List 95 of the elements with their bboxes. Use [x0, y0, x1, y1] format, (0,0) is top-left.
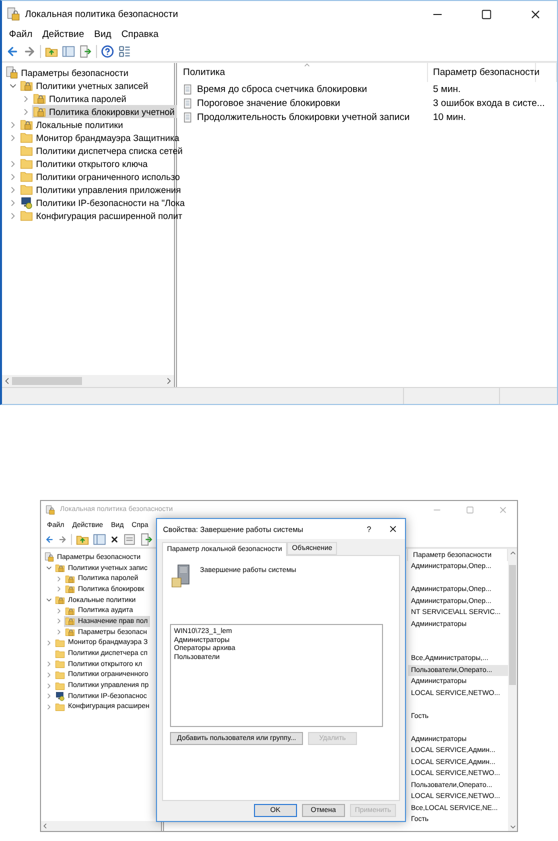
server-icon [170, 564, 192, 588]
folder-icon [55, 659, 65, 670]
menu-item[interactable]: Вид [89, 29, 116, 40]
folder-icon [55, 638, 65, 648]
tree-item[interactable]: Политики ограниченного использо [19, 170, 182, 183]
vertical-scrollbar[interactable] [508, 549, 517, 831]
policy-name[interactable]: Пороговое значение блокировки [197, 98, 340, 108]
tree-item[interactable]: Политика паролей [32, 92, 128, 105]
policy-name[interactable]: Продолжительность блокировки учетной записи [197, 112, 410, 122]
menu-item[interactable]: Справка [116, 29, 164, 40]
computer-network-icon [20, 196, 33, 209]
menu-item[interactable]: Действие [37, 29, 90, 40]
tree-item[interactable]: Конфигурация расширенной полит [19, 209, 184, 222]
locked-folder-icon [33, 105, 46, 118]
locked-folder-icon [55, 595, 65, 606]
computer-network-icon [55, 691, 65, 702]
tree-item[interactable]: Политика блокировки учетной [32, 105, 177, 118]
back-arrow-icon[interactable] [6, 45, 19, 58]
horizontal-scrollbar[interactable] [41, 821, 161, 831]
export-list-icon[interactable] [140, 533, 153, 546]
policy-icon [183, 112, 194, 122]
policy-name[interactable]: Время до сброса счетчика блокировки [197, 84, 368, 94]
folder-icon [20, 157, 33, 170]
tree-item[interactable]: Политики диспетчера списка сетей [19, 144, 185, 157]
close-icon[interactable] [388, 524, 398, 534]
locked-folder-icon [65, 584, 75, 594]
folder-icon [20, 144, 33, 157]
locked-folder-icon [20, 118, 33, 131]
forward-arrow-icon[interactable] [23, 45, 36, 58]
locked-folder-icon [20, 79, 33, 92]
delete-icon[interactable] [110, 535, 119, 544]
scroll-down-icon[interactable] [508, 823, 516, 831]
locked-folder-icon [65, 574, 75, 584]
sort-caret-icon [302, 61, 310, 69]
tree-item[interactable]: Монитор брандмауэра Защитника [19, 131, 182, 144]
maximize-icon[interactable] [480, 8, 492, 20]
chevron-right-icon[interactable] [55, 585, 63, 594]
tree-item[interactable]: Политики IP-безопасности на "Лока [19, 196, 187, 209]
chevron-right-icon[interactable] [45, 638, 53, 647]
chevron-right-icon[interactable] [55, 628, 63, 636]
policy-icon [183, 98, 194, 108]
chevron-right-icon[interactable] [55, 574, 63, 583]
chevron-right-icon[interactable] [45, 660, 53, 668]
folder-icon [20, 209, 33, 222]
close-icon[interactable] [528, 8, 542, 20]
security-settings-icon [5, 66, 18, 79]
locked-folder-icon [65, 616, 75, 626]
menu-item[interactable]: Файл [4, 29, 38, 40]
scroll-left-icon[interactable] [41, 822, 49, 830]
folder-icon [55, 702, 65, 712]
tree-item[interactable]: Политики учетных записей [19, 79, 150, 92]
locked-folder-icon [65, 627, 75, 638]
chevron-right-icon[interactable] [45, 702, 53, 711]
policy-value: 3 ошибок входа в систе... [433, 98, 545, 108]
chevron-right-icon[interactable] [55, 606, 63, 615]
help-button[interactable]: ? [357, 524, 381, 534]
folder-icon [20, 131, 33, 144]
locked-folder-icon [55, 563, 65, 574]
security-settings-icon [45, 504, 55, 514]
tree-item[interactable]: Локальные политики [19, 118, 126, 131]
tree-item[interactable]: Политики управления приложения [19, 183, 183, 196]
console-tree-icon[interactable] [93, 533, 106, 546]
policy-value: 10 мин. [433, 112, 466, 122]
security-settings-icon [44, 552, 54, 562]
export-list-icon[interactable] [79, 45, 92, 58]
help-icon[interactable] [101, 45, 114, 58]
action-pane-icon[interactable] [118, 45, 131, 58]
chevron-right-icon[interactable] [45, 670, 53, 679]
chevron-right-icon[interactable] [55, 617, 63, 626]
column-header[interactable]: Политика [178, 63, 428, 82]
folder-icon [20, 183, 33, 196]
folder-up-icon[interactable] [45, 45, 58, 58]
console-tree-icon[interactable] [62, 45, 75, 58]
tree-item[interactable]: Параметры безопасности [4, 66, 130, 79]
security-settings-icon [6, 7, 20, 21]
chevron-right-icon[interactable] [45, 692, 53, 700]
locked-folder-icon [65, 606, 75, 616]
policy-icon [183, 84, 194, 94]
scroll-up-icon[interactable] [508, 549, 516, 557]
back-arrow-icon[interactable] [45, 535, 54, 544]
tree-item[interactable]: Политики открытого ключа [19, 157, 150, 170]
scrollbar-thumb[interactable] [12, 376, 82, 386]
folder-icon [55, 670, 65, 680]
properties-icon[interactable] [123, 533, 136, 546]
folder-up-icon[interactable] [76, 533, 89, 546]
window-title: Локальная политика безопасности [25, 8, 180, 20]
chevron-right-icon[interactable] [45, 682, 53, 690]
folder-icon [55, 680, 65, 691]
forward-arrow-icon[interactable] [58, 535, 67, 544]
folder-icon [20, 170, 33, 183]
policy-value: 5 мин. [433, 84, 461, 94]
locked-folder-icon [33, 92, 46, 105]
folder-icon [55, 648, 65, 659]
horizontal-scrollbar[interactable] [2, 375, 174, 387]
scrollbar-thumb[interactable] [509, 565, 516, 685]
